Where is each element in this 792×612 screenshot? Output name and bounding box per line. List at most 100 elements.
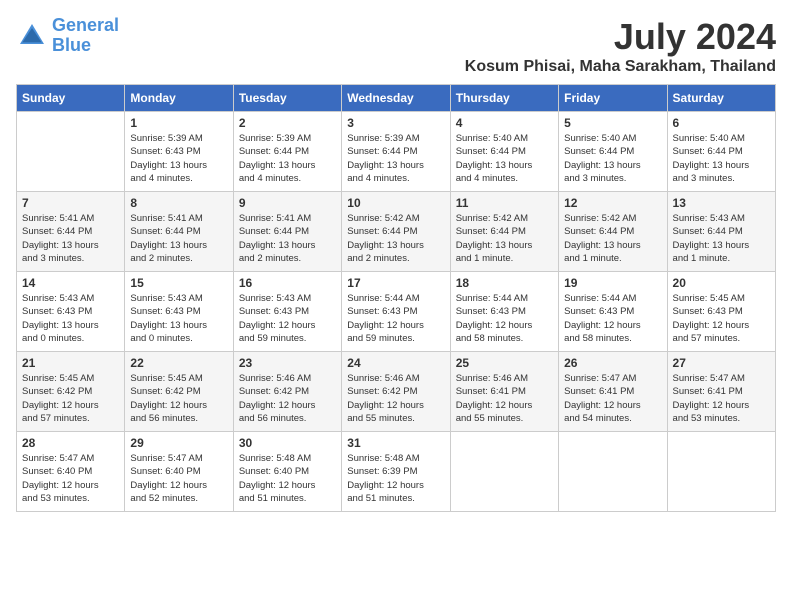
day-number: 4 (456, 116, 553, 130)
day-number: 25 (456, 356, 553, 370)
day-number: 20 (673, 276, 770, 290)
calendar-cell: 1 Sunrise: 5:39 AM Sunset: 6:43 PM Daylig… (125, 112, 233, 192)
calendar-cell (559, 432, 667, 512)
location-title: Kosum Phisai, Maha Sarakham, Thailand (465, 58, 776, 76)
logo-text: General Blue (52, 16, 119, 56)
day-number: 5 (564, 116, 661, 130)
calendar-cell: 2Sunrise: 5:39 AM Sunset: 6:44 PM Daylig… (233, 112, 341, 192)
title-area: July 2024 Kosum Phisai, Maha Sarakham, T… (465, 16, 776, 76)
day-header-monday: Monday (125, 85, 233, 112)
calendar-week-4: 21 Sunrise: 5:45 AM Sunset: 6:42 PM Dayli… (17, 352, 776, 432)
day-number: 29 (130, 436, 227, 450)
calendar-cell: 31Sunrise: 5:48 AM Sunset: 6:39 PM Dayli… (342, 432, 450, 512)
calendar-cell (667, 432, 775, 512)
day-info: Sunrise: 5:42 AM Sunset: 6:44 PM Dayligh… (564, 212, 661, 265)
day-header-wednesday: Wednesday (342, 85, 450, 112)
day-number: 7 (22, 196, 119, 210)
calendar-cell: 4 Sunrise: 5:40 AM Sunset: 6:44 PM Daylig… (450, 112, 558, 192)
day-info: Sunrise: 5:39 AM Sunset: 6:43 PM Dayligh… (130, 132, 227, 185)
day-header-sunday: Sunday (17, 85, 125, 112)
calendar-cell: 28 Sunrise: 5:47 AM Sunset: 6:40 PM Dayli… (17, 432, 125, 512)
logo-line1: General (52, 15, 119, 35)
day-number: 21 (22, 356, 119, 370)
day-info: Sunrise: 5:44 AM Sunset: 6:43 PM Dayligh… (347, 292, 444, 345)
calendar-cell: 25 Sunrise: 5:46 AM Sunset: 6:41 PM Dayli… (450, 352, 558, 432)
day-number: 17 (347, 276, 444, 290)
day-info: Sunrise: 5:43 AM Sunset: 6:43 PM Dayligh… (130, 292, 227, 345)
day-number: 2 (239, 116, 336, 130)
calendar-cell: 26 Sunrise: 5:47 AM Sunset: 6:41 PM Dayli… (559, 352, 667, 432)
day-header-tuesday: Tuesday (233, 85, 341, 112)
calendar-cell (450, 432, 558, 512)
day-info: Sunrise: 5:43 AM Sunset: 6:44 PM Dayligh… (673, 212, 770, 265)
day-info: Sunrise: 5:44 AM Sunset: 6:43 PM Dayligh… (564, 292, 661, 345)
day-info: Sunrise: 5:45 AM Sunset: 6:43 PM Dayligh… (673, 292, 770, 345)
day-info: Sunrise: 5:47 AM Sunset: 6:40 PM Dayligh… (130, 452, 227, 505)
calendar-cell: 29 Sunrise: 5:47 AM Sunset: 6:40 PM Dayli… (125, 432, 233, 512)
calendar-cell: 20 Sunrise: 5:45 AM Sunset: 6:43 PM Dayli… (667, 272, 775, 352)
day-number: 1 (130, 116, 227, 130)
calendar-cell (17, 112, 125, 192)
day-info: Sunrise: 5:42 AM Sunset: 6:44 PM Dayligh… (456, 212, 553, 265)
calendar-cell: 15 Sunrise: 5:43 AM Sunset: 6:43 PM Dayli… (125, 272, 233, 352)
day-number: 30 (239, 436, 336, 450)
day-header-friday: Friday (559, 85, 667, 112)
day-number: 16 (239, 276, 336, 290)
day-info: Sunrise: 5:40 AM Sunset: 6:44 PM Dayligh… (564, 132, 661, 185)
day-number: 14 (22, 276, 119, 290)
calendar-cell: 17 Sunrise: 5:44 AM Sunset: 6:43 PM Dayli… (342, 272, 450, 352)
day-number: 3 (347, 116, 444, 130)
calendar-cell: 27Sunrise: 5:47 AM Sunset: 6:41 PM Dayli… (667, 352, 775, 432)
calendar-cell: 18 Sunrise: 5:44 AM Sunset: 6:43 PM Dayli… (450, 272, 558, 352)
day-info: Sunrise: 5:44 AM Sunset: 6:43 PM Dayligh… (456, 292, 553, 345)
day-info: Sunrise: 5:41 AM Sunset: 6:44 PM Dayligh… (130, 212, 227, 265)
calendar-cell: 21Sunrise: 5:45 AM Sunset: 6:42 PM Dayli… (17, 352, 125, 432)
calendar-cell: 30 Sunrise: 5:48 AM Sunset: 6:40 PM Dayli… (233, 432, 341, 512)
calendar-cell: 5 Sunrise: 5:40 AM Sunset: 6:44 PM Daylig… (559, 112, 667, 192)
calendar-cell: 16 Sunrise: 5:43 AM Sunset: 6:43 PM Dayli… (233, 272, 341, 352)
day-info: Sunrise: 5:46 AM Sunset: 6:42 PM Dayligh… (239, 372, 336, 425)
day-number: 19 (564, 276, 661, 290)
day-number: 22 (130, 356, 227, 370)
day-info: Sunrise: 5:43 AM Sunset: 6:43 PM Dayligh… (239, 292, 336, 345)
day-info: Sunrise: 5:48 AM Sunset: 6:40 PM Dayligh… (239, 452, 336, 505)
day-info: Sunrise: 5:47 AM Sunset: 6:40 PM Dayligh… (22, 452, 119, 505)
day-info: Sunrise: 5:46 AM Sunset: 6:42 PM Dayligh… (347, 372, 444, 425)
day-number: 6 (673, 116, 770, 130)
day-info: Sunrise: 5:46 AM Sunset: 6:41 PM Dayligh… (456, 372, 553, 425)
calendar-cell: 7Sunrise: 5:41 AM Sunset: 6:44 PM Daylig… (17, 192, 125, 272)
calendar-cell: 3Sunrise: 5:39 AM Sunset: 6:44 PM Daylig… (342, 112, 450, 192)
calendar-week-5: 28 Sunrise: 5:47 AM Sunset: 6:40 PM Dayli… (17, 432, 776, 512)
calendar-cell: 24 Sunrise: 5:46 AM Sunset: 6:42 PM Dayli… (342, 352, 450, 432)
day-info: Sunrise: 5:43 AM Sunset: 6:43 PM Dayligh… (22, 292, 119, 345)
day-number: 27 (673, 356, 770, 370)
calendar-cell: 14 Sunrise: 5:43 AM Sunset: 6:43 PM Dayli… (17, 272, 125, 352)
day-info: Sunrise: 5:40 AM Sunset: 6:44 PM Dayligh… (456, 132, 553, 185)
header: General Blue July 2024 Kosum Phisai, Mah… (16, 16, 776, 76)
day-number: 24 (347, 356, 444, 370)
logo: General Blue (16, 16, 119, 56)
day-info: Sunrise: 5:42 AM Sunset: 6:44 PM Dayligh… (347, 212, 444, 265)
day-number: 18 (456, 276, 553, 290)
calendar-cell: 12 Sunrise: 5:42 AM Sunset: 6:44 PM Dayli… (559, 192, 667, 272)
calendar-cell: 13 Sunrise: 5:43 AM Sunset: 6:44 PM Dayli… (667, 192, 775, 272)
month-title: July 2024 (465, 16, 776, 58)
day-number: 26 (564, 356, 661, 370)
calendar-week-2: 7 Sunrise: 5:41 AM Sunset: 6:44 PM Daylig… (17, 192, 776, 272)
day-number: 8 (130, 196, 227, 210)
day-info: Sunrise: 5:45 AM Sunset: 6:42 PM Dayligh… (130, 372, 227, 425)
day-number: 28 (22, 436, 119, 450)
day-info: Sunrise: 5:47 AM Sunset: 6:41 PM Dayligh… (564, 372, 661, 425)
day-number: 12 (564, 196, 661, 210)
day-number: 15 (130, 276, 227, 290)
calendar-cell: 9Sunrise: 5:41 AM Sunset: 6:44 PM Daylig… (233, 192, 341, 272)
calendar-table: SundayMondayTuesdayWednesdayThursdayFrid… (16, 84, 776, 512)
calendar-week-1: 1 Sunrise: 5:39 AM Sunset: 6:43 PM Daylig… (17, 112, 776, 192)
day-number: 13 (673, 196, 770, 210)
day-info: Sunrise: 5:41 AM Sunset: 6:44 PM Dayligh… (239, 212, 336, 265)
day-number: 11 (456, 196, 553, 210)
calendar-cell: 22 Sunrise: 5:45 AM Sunset: 6:42 PM Dayli… (125, 352, 233, 432)
day-info: Sunrise: 5:40 AM Sunset: 6:44 PM Dayligh… (673, 132, 770, 185)
calendar-cell: 6 Sunrise: 5:40 AM Sunset: 6:44 PM Daylig… (667, 112, 775, 192)
calendar-cell: 8 Sunrise: 5:41 AM Sunset: 6:44 PM Daylig… (125, 192, 233, 272)
